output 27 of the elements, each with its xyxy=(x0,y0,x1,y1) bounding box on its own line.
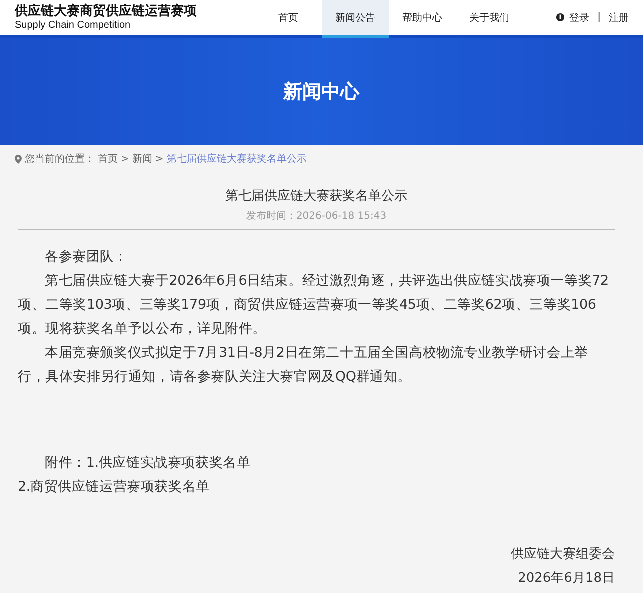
nav-tab[interactable]: 首页 xyxy=(255,0,322,38)
signature-line: 2026年6月18日 xyxy=(518,570,615,588)
user-icon xyxy=(556,13,565,22)
attachment-text: 2.商贸供应链运营赛项获奖名单 xyxy=(18,478,211,497)
breadcrumb-link[interactable]: 新闻 xyxy=(132,152,152,166)
paragraph: 第七届供应链大赛于2026年6月6日结束。经过激烈角逐，共评选出供应链实战赛项一等奖72项、二等奖103项、三等奖179项，商贸供应链运营赛项一等奖45项、二等奖62项、三等奖106项。现将获奖名单予以公布，详见附件。 xyxy=(18,272,610,339)
nav-tab[interactable]: 帮助中心 xyxy=(389,0,456,38)
site-subtitle: Supply Chain Competition xyxy=(15,20,132,32)
article-title: 第七届供应链大赛获奖名单公示 xyxy=(224,188,408,205)
location-pin-icon xyxy=(15,154,22,164)
paragraph: 本届竞赛颁奖仪式拟定于7月31日-8月2日在第二十五届全国高校物流专业教学研讨会上举行，具体安排另行通知，请各参赛队关注大赛官网及QQ群通知。 xyxy=(18,344,590,387)
paragraph: 各参赛团队： xyxy=(44,248,129,267)
breadcrumb-separator: > xyxy=(121,154,130,164)
nav-tab[interactable]: 新闻公告 xyxy=(322,0,389,38)
breadcrumb-link[interactable]: 首页 xyxy=(98,152,118,166)
banner-title: 新闻中心 xyxy=(284,80,360,104)
breadcrumb-link[interactable]: 第七届供应链大赛获奖名单公示 xyxy=(166,152,307,166)
breadcrumb-separator: > xyxy=(155,154,164,164)
nav-tab[interactable]: 关于我们 xyxy=(456,0,523,38)
site-title: 供应链大赛商贸供应链运营赛项 xyxy=(15,4,198,20)
breadcrumb-label: 您当前的位置： xyxy=(25,152,95,166)
login-link[interactable]: 登录 xyxy=(570,10,590,24)
attachment-text: 附件：1.供应链实战赛项获奖名单 xyxy=(44,454,252,473)
publish-date: 发布时间：2026-06-18 15:43 xyxy=(18,209,615,230)
separator: | xyxy=(598,12,601,23)
register-link[interactable]: 注册 xyxy=(609,10,629,24)
signature-line: 供应链大赛组委会 xyxy=(511,546,615,564)
